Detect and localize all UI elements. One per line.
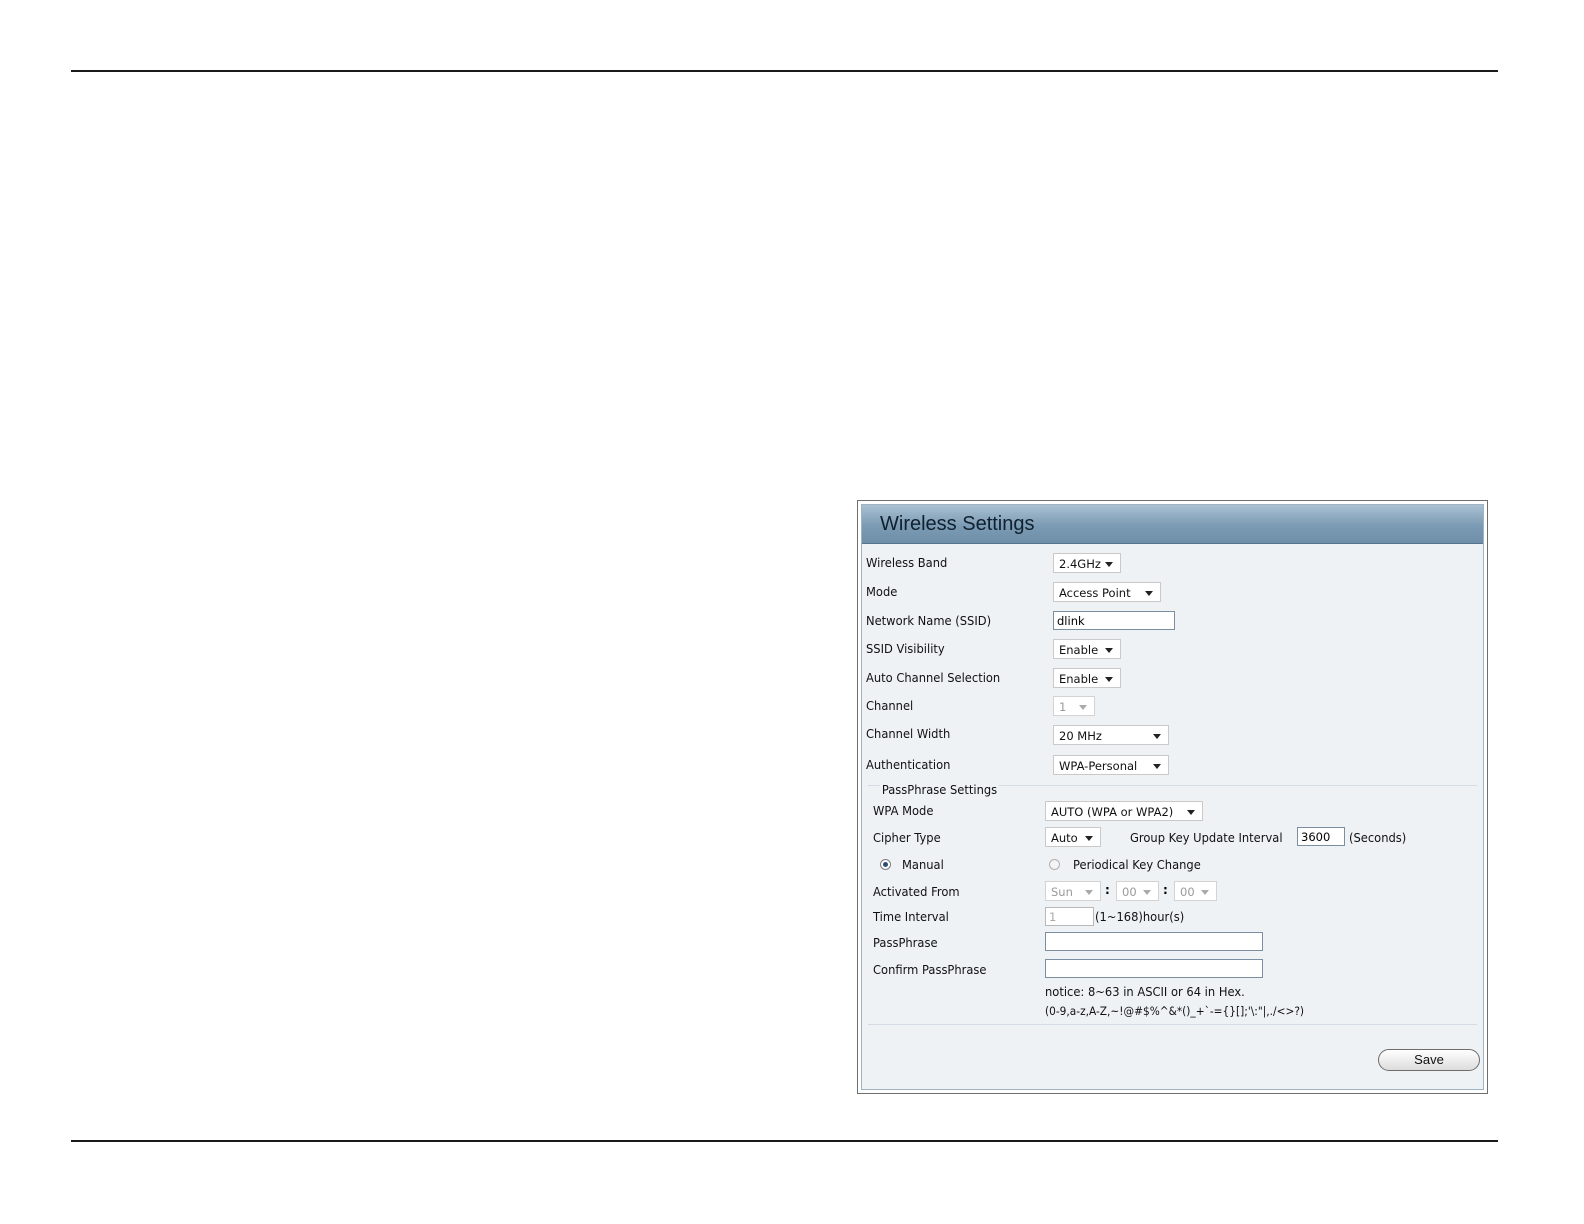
periodical-key-label: Periodical Key Change [1073,857,1201,872]
panel-title: Wireless Settings [880,513,1035,535]
panel-header: Wireless Settings [862,505,1483,544]
manual-radio-label: Manual [902,857,944,872]
cipher-type-label: Cipher Type [873,830,941,845]
activated-hour-value: 00 [1122,885,1137,899]
fieldset-bottom-border [868,1024,1477,1025]
ssid-label: Network Name (SSID) [866,613,992,628]
time-colon: : [1105,883,1110,897]
bottom-divider [71,1140,1498,1142]
authentication-label: Authentication [866,757,951,772]
passphrase-input[interactable] [1045,932,1263,951]
cipher-type-value: Auto [1051,831,1078,845]
activated-minute-value: 00 [1180,885,1195,899]
chevron-down-icon [1153,764,1161,769]
activated-minute-select[interactable]: 00 [1174,881,1217,901]
wpa-mode-select[interactable]: AUTO (WPA or WPA2) [1045,801,1203,821]
activated-hour-select[interactable]: 00 [1116,881,1159,901]
chevron-down-icon [1105,562,1113,567]
group-key-input[interactable]: 3600 [1297,827,1345,846]
auto-channel-select[interactable]: Enable [1053,668,1121,688]
activated-day-select[interactable]: Sun [1045,881,1101,901]
chevron-down-icon [1201,890,1209,895]
wireless-band-label: Wireless Band [866,555,948,570]
auto-channel-value: Enable [1059,672,1099,686]
authentication-select[interactable]: WPA-Personal [1053,755,1169,775]
save-button[interactable]: Save [1378,1049,1480,1071]
activated-day-value: Sun [1051,885,1073,899]
chevron-down-icon [1145,591,1153,596]
ssid-input[interactable]: dlink [1053,611,1175,630]
group-key-unit: (Seconds) [1349,830,1407,845]
passphrase-label: PassPhrase [873,935,938,950]
chevron-down-icon [1079,705,1087,710]
periodical-key-radio[interactable] [1049,859,1060,870]
group-key-label: Group Key Update Interval [1130,830,1283,845]
wpa-mode-label: WPA Mode [873,803,934,818]
confirm-passphrase-label: Confirm PassPhrase [873,962,987,977]
passphrase-allowed-chars: (0-9,a-z,A-Z,~!@#$%^&*()_+`-={}[];'\:"|,… [1045,1004,1305,1018]
ssid-visibility-select[interactable]: Enable [1053,639,1121,659]
group-key-value: 3600 [1301,830,1331,844]
wireless-settings-panel: Wireless Settings Wireless Band 2.4GHz M… [857,500,1488,1094]
ssid-value: dlink [1057,614,1085,628]
ssid-visibility-value: Enable [1059,643,1099,657]
ssid-visibility-label: SSID Visibility [866,641,945,656]
wireless-band-select[interactable]: 2.4GHz [1053,553,1121,573]
authentication-value: WPA-Personal [1059,759,1138,773]
channel-label: Channel [866,698,914,713]
time-interval-value: 1 [1049,910,1057,924]
time-interval-unit: (1~168)hour(s) [1095,909,1185,924]
channel-select[interactable]: 1 [1053,696,1095,716]
time-interval-input[interactable]: 1 [1045,907,1094,926]
chevron-down-icon [1085,890,1093,895]
mode-label: Mode [866,584,898,599]
channel-width-value: 20 MHz [1059,729,1102,743]
mode-select[interactable]: Access Point [1053,582,1161,602]
auto-channel-label: Auto Channel Selection [866,670,1001,685]
channel-width-select[interactable]: 20 MHz [1053,725,1169,745]
passphrase-settings-legend: PassPhrase Settings [880,782,1000,797]
wpa-mode-value: AUTO (WPA or WPA2) [1051,805,1174,819]
cipher-type-select[interactable]: Auto [1045,827,1101,847]
channel-width-label: Channel Width [866,726,951,741]
chevron-down-icon [1153,734,1161,739]
chevron-down-icon [1187,810,1195,815]
chevron-down-icon [1085,836,1093,841]
chevron-down-icon [1105,677,1113,682]
panel-body: Wireless Settings Wireless Band 2.4GHz M… [861,504,1484,1090]
passphrase-notice: notice: 8~63 in ASCII or 64 in Hex. [1045,984,1245,999]
activated-from-label: Activated From [873,884,960,899]
channel-value: 1 [1059,700,1067,714]
top-divider [71,70,1498,72]
manual-radio[interactable] [880,859,891,870]
time-colon: : [1163,883,1168,897]
confirm-passphrase-input[interactable] [1045,959,1263,978]
chevron-down-icon [1143,890,1151,895]
time-interval-label: Time Interval [873,909,949,924]
mode-value: Access Point [1059,586,1131,600]
chevron-down-icon [1105,648,1113,653]
wireless-band-value: 2.4GHz [1059,557,1101,571]
